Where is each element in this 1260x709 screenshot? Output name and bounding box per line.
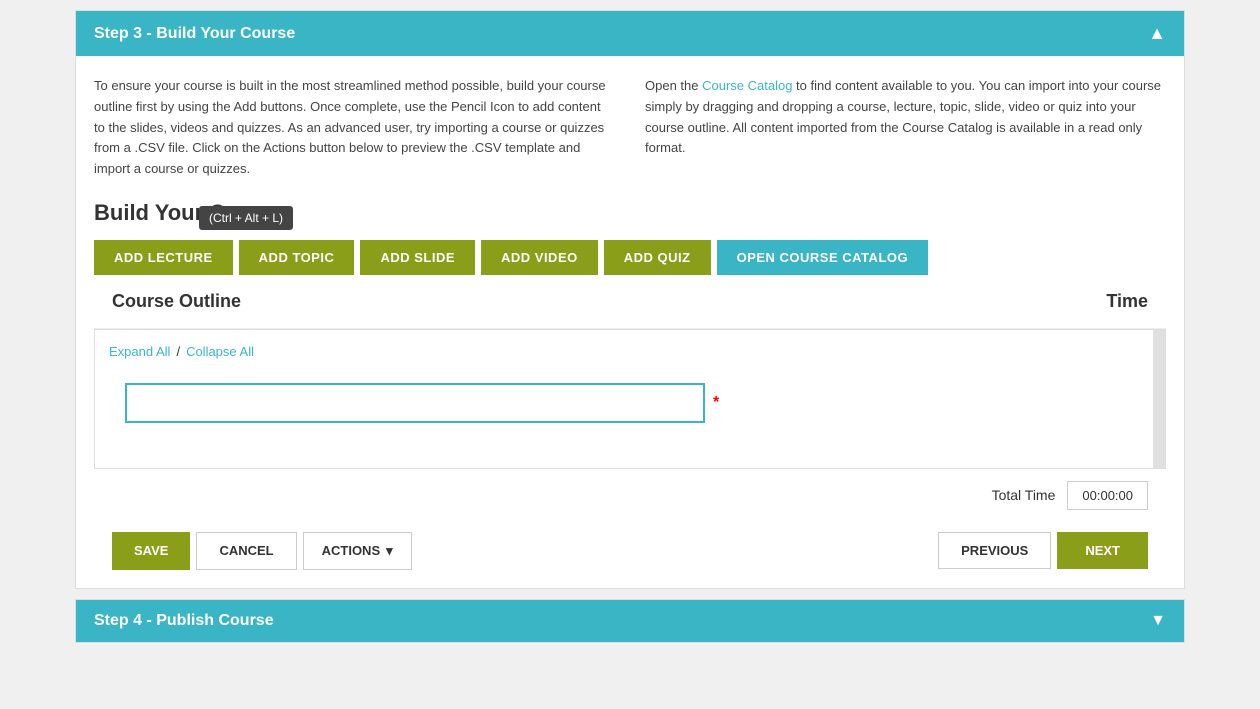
outline-container: Course Outline Time Expand All / Collaps… — [94, 275, 1166, 588]
outline-title: Course Outline — [112, 291, 241, 312]
next-button[interactable]: NEXT — [1057, 532, 1148, 569]
add-quiz-button[interactable]: ADD QUIZ — [604, 240, 711, 275]
expand-all-link[interactable]: Expand All — [109, 344, 170, 359]
actions-label: ACTIONS — [322, 543, 381, 558]
open-course-catalog-button[interactable]: OPEN COURSE CATALOG — [717, 240, 929, 275]
course-catalog-link[interactable]: Course Catalog — [702, 78, 792, 93]
actions-button[interactable]: ACTIONS ▾ — [303, 532, 412, 570]
outline-header: Course Outline Time — [94, 275, 1166, 329]
expand-collapse-row: Expand All / Collapse All — [95, 330, 1165, 369]
outline-scrollbar[interactable] — [1153, 330, 1165, 468]
outline-time-label: Time — [1106, 291, 1148, 312]
required-star: * — [713, 394, 719, 412]
lecture-input-row: * — [125, 383, 1165, 423]
step3-title: Step 3 - Build Your Course — [94, 25, 295, 43]
lecture-name-input[interactable] — [125, 383, 705, 423]
add-topic-button[interactable]: ADD TOPIC — [239, 240, 355, 275]
actions-chevron-icon: ▾ — [386, 543, 393, 559]
step3-section: Step 3 - Build Your Course ▲ To ensure y… — [75, 10, 1185, 589]
button-bar: (Ctrl + Alt + L) ADD LECTURE ADD TOPIC A… — [94, 240, 1166, 275]
expand-collapse-divider: / — [176, 344, 180, 359]
collapse-all-link[interactable]: Collapse All — [186, 344, 254, 359]
step4-title: Step 4 - Publish Course — [94, 612, 274, 630]
description-left: To ensure your course is built in the mo… — [94, 76, 615, 180]
add-lecture-button[interactable]: ADD LECTURE — [94, 240, 233, 275]
step4-chevron-icon: ▼ — [1150, 612, 1166, 630]
step4-section: Step 4 - Publish Course ▼ — [75, 599, 1185, 643]
step4-header[interactable]: Step 4 - Publish Course ▼ — [76, 600, 1184, 642]
step3-body: To ensure your course is built in the mo… — [76, 56, 1184, 275]
tooltip: (Ctrl + Alt + L) — [199, 206, 293, 230]
add-slide-button[interactable]: ADD SLIDE — [360, 240, 475, 275]
add-video-button[interactable]: ADD VIDEO — [481, 240, 598, 275]
cancel-button[interactable]: CANCEL — [196, 532, 296, 570]
action-bar: SAVE CANCEL ACTIONS ▾ PREVIOUS NEXT — [94, 522, 1166, 588]
previous-button[interactable]: PREVIOUS — [938, 532, 1051, 569]
save-button[interactable]: SAVE — [112, 532, 190, 570]
total-time-value: 00:00:00 — [1067, 481, 1148, 510]
description-right: Open the Course Catalog to find content … — [645, 76, 1166, 180]
outline-body: Expand All / Collapse All * — [94, 329, 1166, 469]
page-wrapper: Step 3 - Build Your Course ▲ To ensure y… — [0, 0, 1260, 709]
total-time-row: Total Time 00:00:00 — [94, 469, 1166, 522]
step3-chevron-icon: ▲ — [1148, 23, 1166, 44]
total-time-label: Total Time — [992, 487, 1056, 503]
step3-header[interactable]: Step 3 - Build Your Course ▲ — [76, 11, 1184, 56]
step3-description: To ensure your course is built in the mo… — [94, 76, 1166, 180]
action-bar-right: PREVIOUS NEXT — [938, 532, 1148, 569]
action-bar-left: SAVE CANCEL ACTIONS ▾ — [112, 532, 412, 570]
